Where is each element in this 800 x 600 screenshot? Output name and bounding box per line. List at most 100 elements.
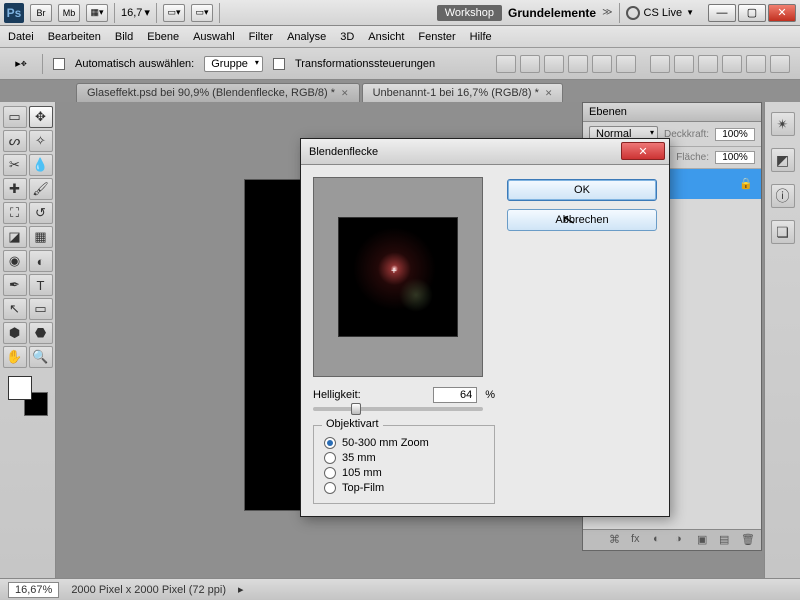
- menu-hilfe[interactable]: Hilfe: [470, 31, 492, 43]
- trash-icon[interactable]: 🗑: [741, 533, 755, 547]
- distribute-icon[interactable]: [674, 55, 694, 73]
- distribute-icon[interactable]: [698, 55, 718, 73]
- eyedropper-tool[interactable]: 💧: [29, 154, 53, 176]
- transform-label: Transformationssteuerungen: [295, 58, 435, 70]
- align-icon[interactable]: [544, 55, 564, 73]
- minibridge-button[interactable]: Mb: [58, 4, 80, 22]
- lens-radio-105[interactable]: [324, 467, 336, 479]
- layers-panel-icon[interactable]: ❏: [771, 220, 795, 244]
- 3d-camera-tool[interactable]: ⬣: [29, 322, 53, 344]
- zoom-status[interactable]: 16,67%: [8, 582, 59, 598]
- brightness-input[interactable]: 64: [433, 387, 477, 403]
- stamp-tool[interactable]: ⛶: [3, 202, 27, 224]
- distribute-icon[interactable]: [650, 55, 670, 73]
- history-brush-tool[interactable]: ↺: [29, 202, 53, 224]
- preview-area[interactable]: +: [313, 177, 483, 377]
- slider-thumb[interactable]: [351, 403, 361, 415]
- menu-bearbeiten[interactable]: Bearbeiten: [48, 31, 101, 43]
- marquee-tool[interactable]: ▭: [3, 106, 27, 128]
- auto-select-combo[interactable]: Gruppe: [204, 56, 263, 72]
- zoom-tool[interactable]: 🔍: [29, 346, 53, 368]
- info-panel-icon[interactable]: ⓘ: [771, 184, 795, 208]
- menu-bild[interactable]: Bild: [115, 31, 133, 43]
- move-tool[interactable]: ✥: [29, 106, 53, 128]
- pen-tool[interactable]: ✒: [3, 274, 27, 296]
- crop-tool[interactable]: ✂: [3, 154, 27, 176]
- minimize-button[interactable]: —: [708, 4, 736, 22]
- foreground-swatch[interactable]: [8, 376, 32, 400]
- maximize-button[interactable]: ▢: [738, 4, 766, 22]
- menu-datei[interactable]: Datei: [8, 31, 34, 43]
- brush-tool[interactable]: 🖌: [29, 178, 53, 200]
- lens-radio-topfilm[interactable]: [324, 482, 336, 494]
- align-icon[interactable]: [496, 55, 516, 73]
- menu-filter[interactable]: Filter: [249, 31, 273, 43]
- gradient-tool[interactable]: ▦: [29, 226, 53, 248]
- document-info[interactable]: 2000 Pixel x 2000 Pixel (72 ppi): [71, 584, 226, 596]
- fx-icon[interactable]: fx: [631, 533, 645, 547]
- dialog-titlebar[interactable]: Blendenflecke ✕: [301, 139, 669, 165]
- mask-icon[interactable]: ◐: [653, 533, 667, 547]
- screen-mode-button[interactable]: ▭▾: [191, 4, 213, 22]
- menu-3d[interactable]: 3D: [340, 31, 354, 43]
- workshop-button[interactable]: Workshop: [437, 5, 502, 21]
- distribute-icon[interactable]: [746, 55, 766, 73]
- hand-tool[interactable]: ✋: [3, 346, 27, 368]
- align-icon[interactable]: [616, 55, 636, 73]
- info-chevron-icon[interactable]: ▸: [238, 583, 244, 596]
- eraser-tool[interactable]: ◪: [3, 226, 27, 248]
- document-tabs: Glaseffekt.psd bei 90,9% (Blendenflecke,…: [0, 80, 800, 102]
- menu-auswahl[interactable]: Auswahl: [193, 31, 235, 43]
- layers-panel-title[interactable]: Ebenen: [583, 103, 761, 122]
- menu-ebene[interactable]: Ebene: [147, 31, 179, 43]
- arrange-button[interactable]: ▦▾: [86, 4, 108, 22]
- color-panel-icon[interactable]: ✴: [771, 112, 795, 136]
- heal-tool[interactable]: ✚: [3, 178, 27, 200]
- new-layer-icon[interactable]: ▤: [719, 533, 733, 547]
- menu-ansicht[interactable]: Ansicht: [368, 31, 404, 43]
- align-icon[interactable]: [568, 55, 588, 73]
- fill-input[interactable]: 100%: [715, 151, 755, 164]
- close-icon[interactable]: ✕: [545, 88, 553, 99]
- doc-tab[interactable]: Glaseffekt.psd bei 90,9% (Blendenflecke,…: [76, 83, 360, 102]
- adjustments-panel-icon[interactable]: ◩: [771, 148, 795, 172]
- lens-radio-35[interactable]: [324, 452, 336, 464]
- bridge-button[interactable]: Br: [30, 4, 52, 22]
- menu-fenster[interactable]: Fenster: [418, 31, 455, 43]
- brightness-slider[interactable]: [313, 407, 483, 411]
- lens-radio-50-300[interactable]: [324, 437, 336, 449]
- auto-select-checkbox[interactable]: [53, 58, 65, 70]
- cslive-button[interactable]: CS Live▼: [626, 6, 694, 20]
- blur-tool[interactable]: ◉: [3, 250, 27, 272]
- folder-icon[interactable]: ▣: [697, 533, 711, 547]
- opacity-input[interactable]: 100%: [715, 128, 755, 141]
- distribute-icon[interactable]: [722, 55, 742, 73]
- close-icon[interactable]: ✕: [341, 88, 349, 99]
- transform-checkbox[interactable]: [273, 58, 285, 70]
- cancel-button[interactable]: Abbrechen: [507, 209, 657, 231]
- dialog-close-button[interactable]: ✕: [621, 142, 665, 160]
- align-icon[interactable]: [520, 55, 540, 73]
- close-button[interactable]: ✕: [768, 4, 796, 22]
- menu-analyse[interactable]: Analyse: [287, 31, 326, 43]
- align-icon[interactable]: [592, 55, 612, 73]
- lasso-tool[interactable]: ᔕ: [3, 130, 27, 152]
- type-tool[interactable]: T: [29, 274, 53, 296]
- distribute-icon[interactable]: [770, 55, 790, 73]
- path-tool[interactable]: ↖: [3, 298, 27, 320]
- preview-image[interactable]: +: [338, 217, 458, 337]
- flare-center-icon[interactable]: +: [391, 266, 397, 277]
- ok-button[interactable]: OK: [507, 179, 657, 201]
- workspace-more-icon[interactable]: ≫: [602, 7, 612, 18]
- dodge-tool[interactable]: ◐: [29, 250, 53, 272]
- adjustment-icon[interactable]: ◑: [675, 533, 689, 547]
- 3d-tool[interactable]: ⬢: [3, 322, 27, 344]
- wand-tool[interactable]: ✧: [29, 130, 53, 152]
- workspace-name[interactable]: Grundelemente: [508, 6, 596, 20]
- zoom-selector[interactable]: 16,7▾: [121, 6, 150, 19]
- shape-tool[interactable]: ▭: [29, 298, 53, 320]
- link-icon[interactable]: ⌘: [609, 533, 623, 547]
- color-swatches[interactable]: [8, 376, 48, 416]
- doc-tab[interactable]: Unbenannt-1 bei 16,7% (RGB/8) *✕: [362, 83, 564, 102]
- view-extras-button[interactable]: ▭▾: [163, 4, 185, 22]
